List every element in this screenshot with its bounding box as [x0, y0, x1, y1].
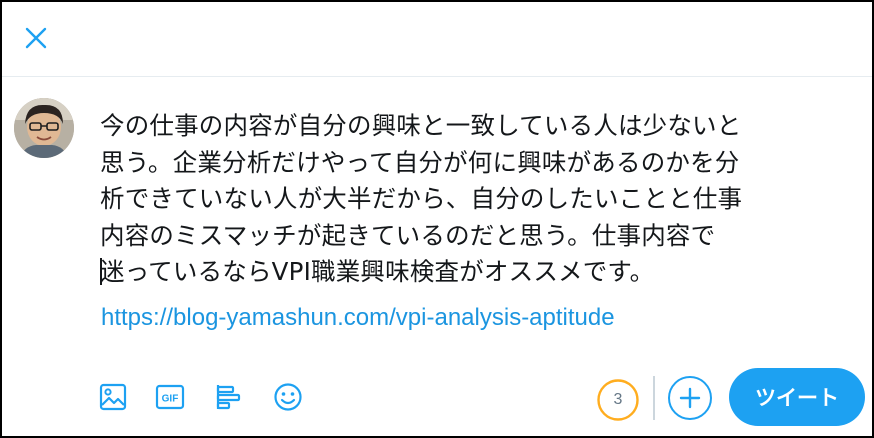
add-poll-button[interactable]: [212, 380, 246, 414]
text-line: 思う。企業分析だけやって自分が何に興味があるのかを分: [100, 147, 740, 177]
add-image-button[interactable]: [96, 380, 130, 414]
text-line: 今の仕事の内容が自分の興味と一致している人は少ないと: [100, 111, 742, 140]
add-gif-button[interactable]: GIF: [153, 380, 187, 414]
emoji-icon: [274, 383, 302, 411]
avatar: [14, 98, 74, 158]
tweet-link[interactable]: https://blog-yamashun.com/vpi-analysis-a…: [101, 300, 615, 336]
plus-icon: [679, 387, 701, 409]
add-tweet-button[interactable]: [668, 376, 712, 420]
tweet-compose-dialog: 今の仕事の内容が自分の興味と一致している人は少ないと 思う。企業分析だけやって自…: [0, 0, 874, 438]
user-avatar-photo: [14, 98, 74, 158]
toolbar-divider: [653, 376, 655, 420]
add-emoji-button[interactable]: [271, 380, 305, 414]
text-line: 迷っているならVPI職業興味検査がオススメです。: [100, 257, 655, 286]
counter-value: 3: [613, 391, 623, 408]
text-line: 析できていない人が大半だから、自分のしたいことと仕事: [100, 184, 743, 213]
image-icon: [99, 383, 127, 411]
close-icon: [25, 27, 47, 49]
tweet-text-input[interactable]: 今の仕事の内容が自分の興味と一致している人は少ないと 思う。企業分析だけやって自…: [100, 108, 860, 291]
gif-icon: GIF: [155, 384, 185, 410]
poll-icon: [216, 385, 241, 410]
close-button[interactable]: [18, 20, 54, 56]
svg-text:GIF: GIF: [162, 394, 179, 405]
character-counter: 3: [596, 378, 640, 422]
text-line-with-caret: 迷っているならVPI職業興味検査がオススメです。: [100, 254, 860, 291]
text-line: 内容のミスマッチが起きているのだと思う。仕事内容で: [100, 220, 716, 250]
dialog-header: [2, 2, 872, 77]
tweet-button[interactable]: ツイート: [729, 368, 865, 426]
